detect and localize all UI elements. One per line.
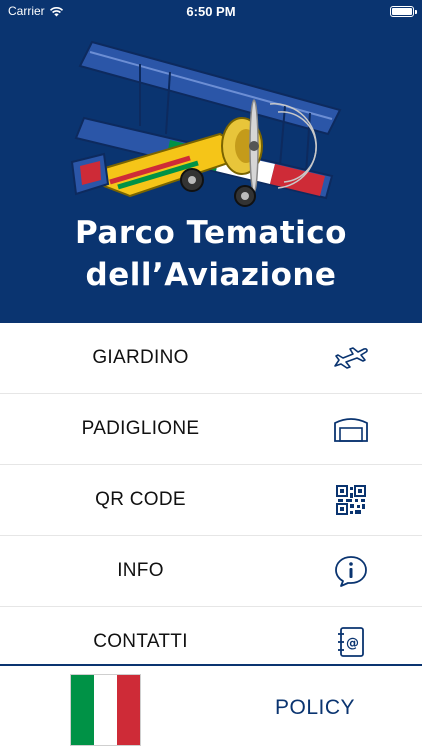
menu-item-label: QR CODE [95,489,186,510]
flag-stripe-red [117,675,140,745]
status-bar: Carrier 6:50 PM [0,0,422,22]
menu-item-label: INFO [117,560,164,581]
biplane-logo [70,40,342,207]
hangar-icon [333,413,369,445]
menu-item-label: PADIGLIONE [81,418,200,439]
status-time: 6:50 PM [186,3,236,19]
footer-bar: POLICY [0,664,422,750]
app-title: Parco Tematico dell’Aviazione [0,212,422,296]
address-book-icon: @ [333,626,369,658]
title-line-1: Parco Tematico [75,215,347,251]
svg-text:@: @ [346,636,359,651]
menu-item-qr-code[interactable]: QR CODE [0,465,422,536]
policy-button[interactable]: POLICY [255,696,375,720]
menu-item-info[interactable]: INFO [0,536,422,607]
qr-code-icon [333,484,369,516]
flag-stripe-green [71,675,94,745]
menu-item-label: GIARDINO [92,347,189,368]
main-menu: GIARDINO PADIGLIONE QR CODE INFO CONTATT… [0,323,422,678]
info-bubble-icon [333,555,369,587]
menu-item-giardino[interactable]: GIARDINO [0,323,422,394]
airplane-icon [333,342,369,374]
title-line-2: dell’Aviazione [85,257,337,293]
menu-item-label: CONTATTI [93,631,188,652]
menu-item-padiglione[interactable]: PADIGLIONE [0,394,422,465]
flag-stripe-white [94,675,117,745]
italian-flag-icon[interactable] [70,674,141,746]
header-banner: Parco Tematico dell’Aviazione [0,22,422,323]
battery-fill [392,7,412,15]
battery-icon [390,5,417,17]
